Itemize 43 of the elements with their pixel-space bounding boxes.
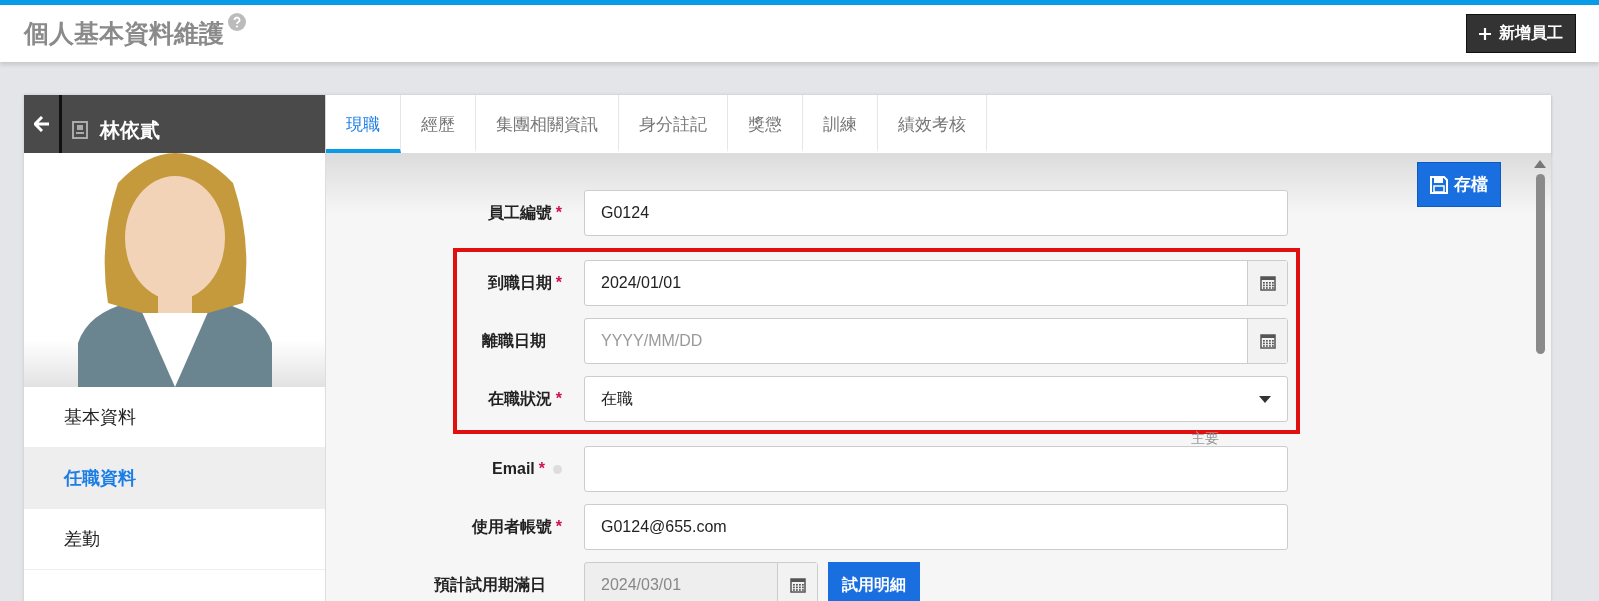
tab[interactable]: 獎懲 (728, 95, 803, 153)
add-employee-button[interactable]: 新增員工 (1466, 14, 1576, 53)
field-label: 在職狀況 (487, 388, 552, 409)
scroll-up-icon[interactable] (1534, 160, 1546, 168)
date-field[interactable]: 2024/01/01 (584, 260, 1288, 306)
text-field[interactable]: G0124@655.com (584, 504, 1288, 550)
calendar-icon (789, 577, 806, 593)
hint-text: 主要 (1191, 430, 1219, 448)
sidebar-item[interactable]: 差勤 (24, 509, 325, 570)
field-label: 使用者帳號 (471, 516, 552, 537)
text-field[interactable] (584, 446, 1288, 492)
field-label: 員工編號 (487, 202, 552, 223)
field-label: 離職日期 (482, 330, 546, 351)
calendar-button[interactable] (1247, 319, 1287, 363)
tab[interactable]: 訓練 (803, 95, 878, 153)
field-label: Email (492, 460, 535, 478)
select-field[interactable]: 在職 (584, 376, 1288, 422)
save-button[interactable]: 存檔 (1417, 162, 1501, 207)
required-mark: * (555, 518, 562, 536)
calendar-icon (1259, 333, 1276, 349)
plus-icon (1479, 27, 1491, 40)
field-label: 到職日期 (487, 272, 552, 293)
required-mark: * (538, 460, 545, 478)
sidebar-item[interactable]: 任職資料 (24, 448, 325, 509)
date-field[interactable]: YYYY/MM/DD (584, 318, 1288, 364)
id-card-icon (72, 121, 88, 139)
back-arrow-icon (33, 116, 50, 132)
status-dot (553, 464, 562, 474)
tab[interactable]: 績效考核 (878, 95, 987, 153)
scrollbar-thumb[interactable] (1535, 174, 1545, 354)
tab[interactable]: 集團相關資訊 (476, 95, 619, 153)
required-mark: * (555, 204, 562, 222)
tab[interactable]: 身分註記 (619, 95, 728, 153)
caret-icon (1259, 395, 1271, 403)
page-title: 個人基本資料維護 (24, 18, 224, 49)
calendar-button[interactable] (1247, 261, 1287, 305)
text-field[interactable]: G0124 (584, 190, 1288, 236)
tab[interactable]: 經歷 (401, 95, 476, 153)
required-mark: * (555, 390, 562, 408)
employee-name: 林依貳 (100, 117, 160, 143)
calendar-icon (1259, 275, 1276, 291)
required-mark: * (555, 274, 562, 292)
field-label: 預計試用期滿日 (434, 574, 546, 595)
